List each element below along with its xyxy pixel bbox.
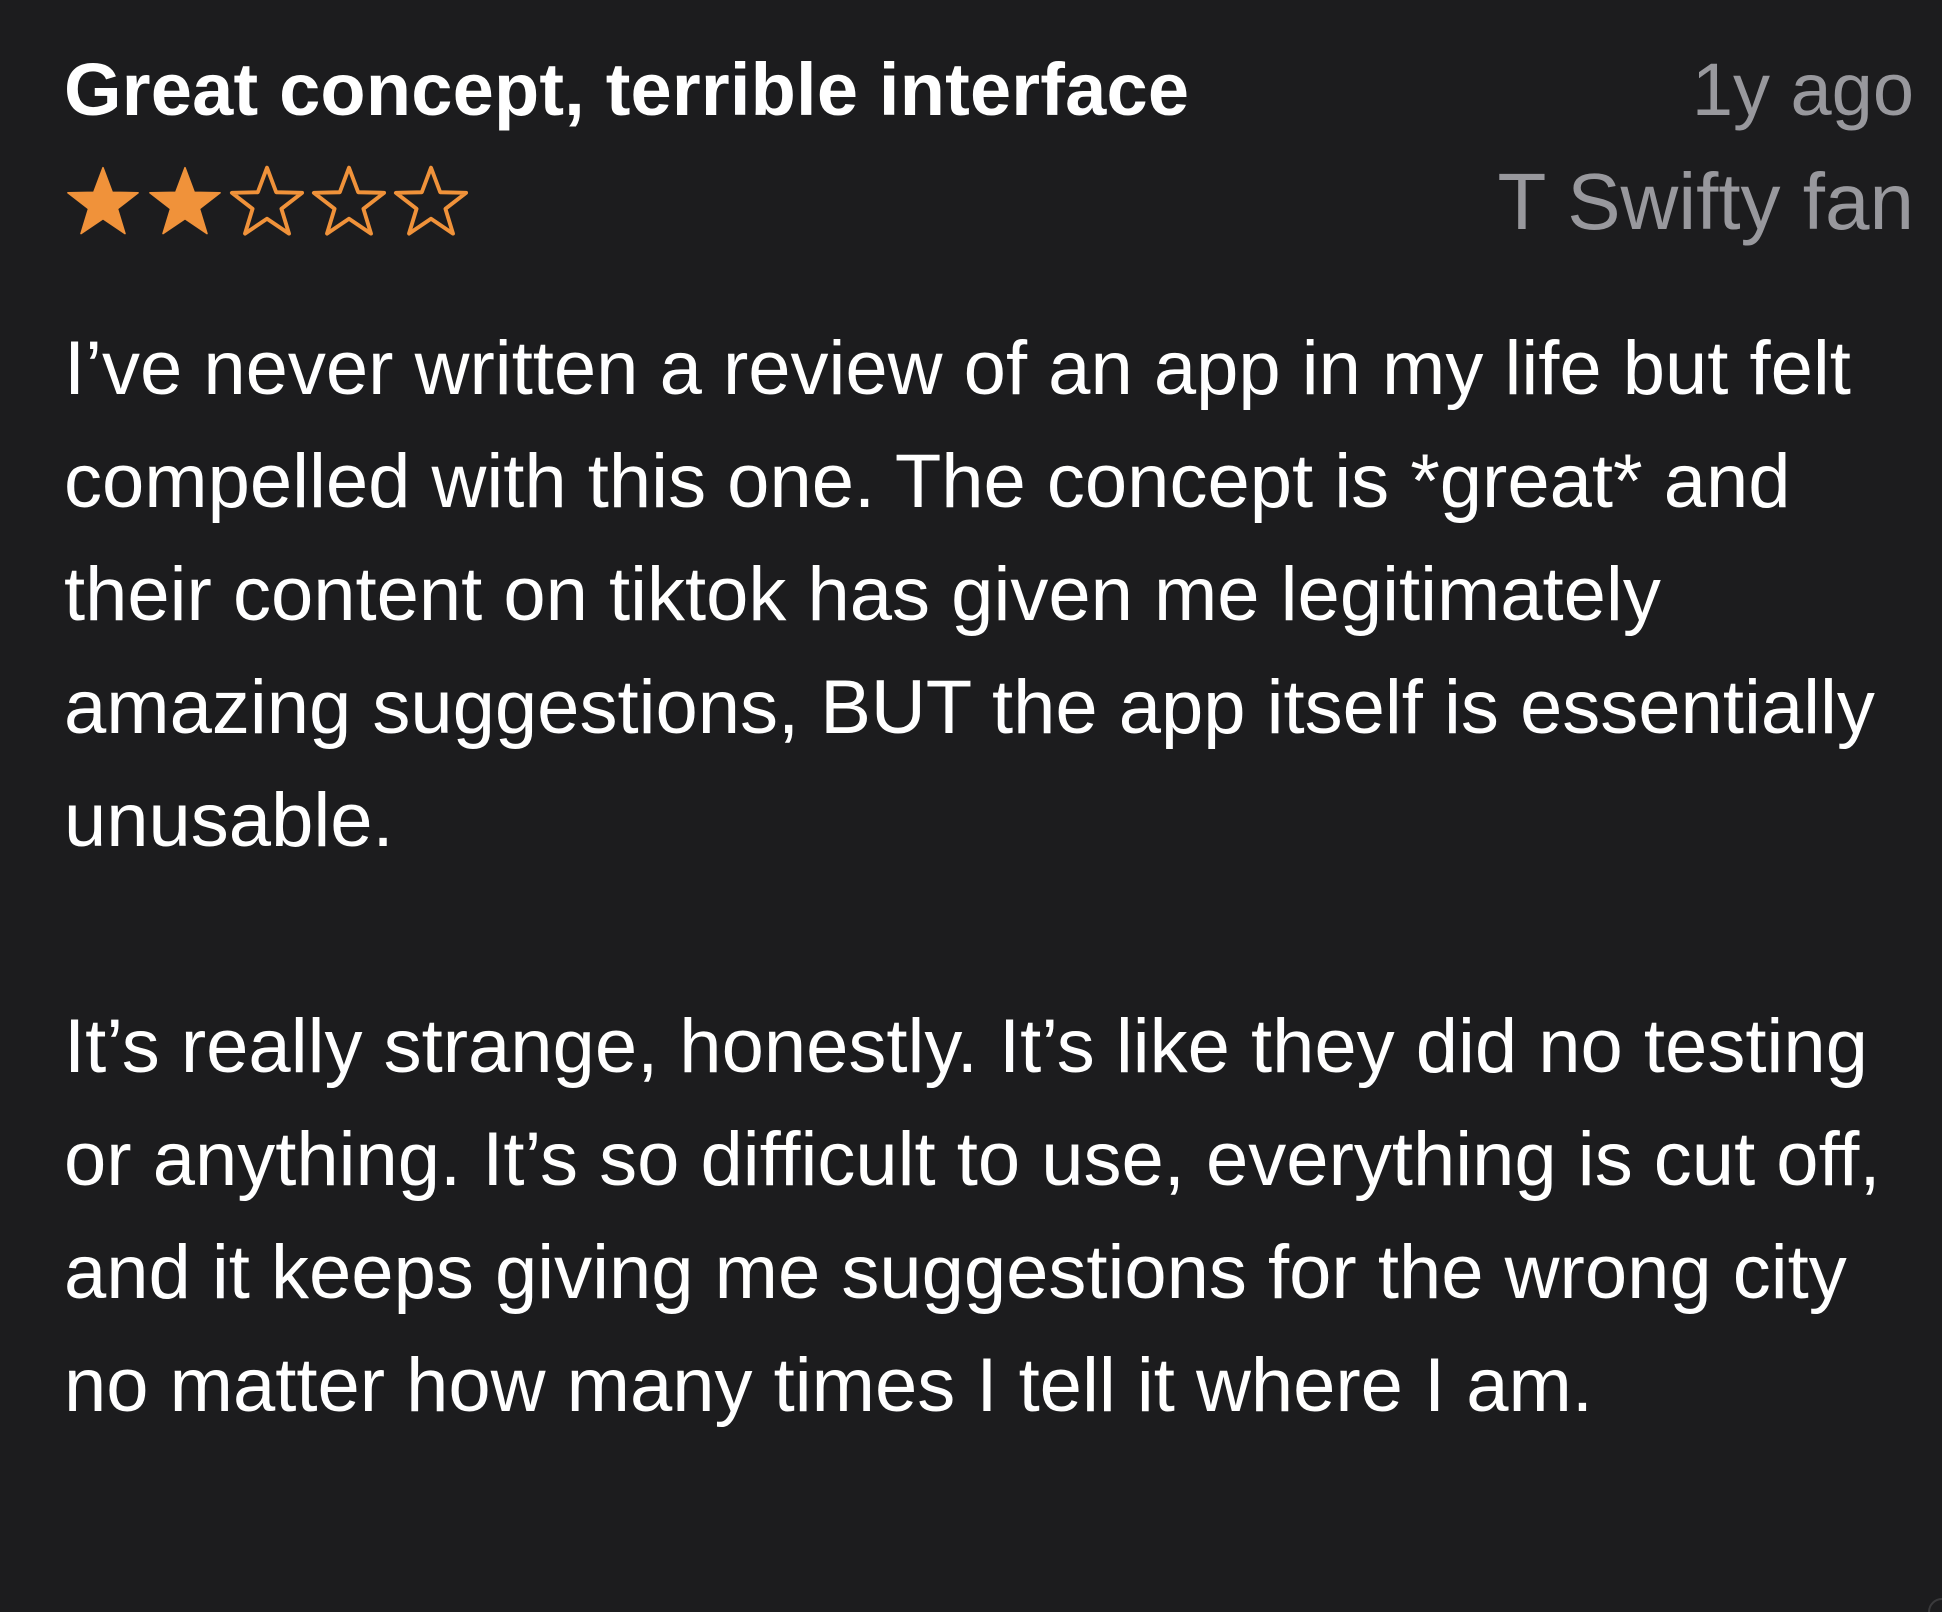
star-filled-icon xyxy=(146,163,224,241)
review-paragraph: I’ve never written a review of an app in… xyxy=(64,326,1875,863)
star-outline-icon xyxy=(392,163,470,241)
review-header: Great concept, terrible interface 1y ago xyxy=(64,40,1914,140)
review-body: I’ve never written a review of an app in… xyxy=(64,312,1914,1442)
review-card: Great concept, terrible interface 1y ago… xyxy=(0,0,1942,1612)
review-date: 1y ago xyxy=(1691,48,1914,131)
review-meta: T Swifty fan xyxy=(64,152,1914,252)
review-title: Great concept, terrible interface xyxy=(64,48,1190,131)
star-outline-icon xyxy=(228,163,306,241)
star-outline-icon xyxy=(310,163,388,241)
scroll-edge-indicator xyxy=(1928,1598,1942,1612)
star-rating xyxy=(64,163,470,241)
star-filled-icon xyxy=(64,163,142,241)
review-paragraph: It’s really strange, honestly. It’s like… xyxy=(64,1004,1881,1428)
reviewer-name: T Swifty fan xyxy=(1497,157,1914,246)
